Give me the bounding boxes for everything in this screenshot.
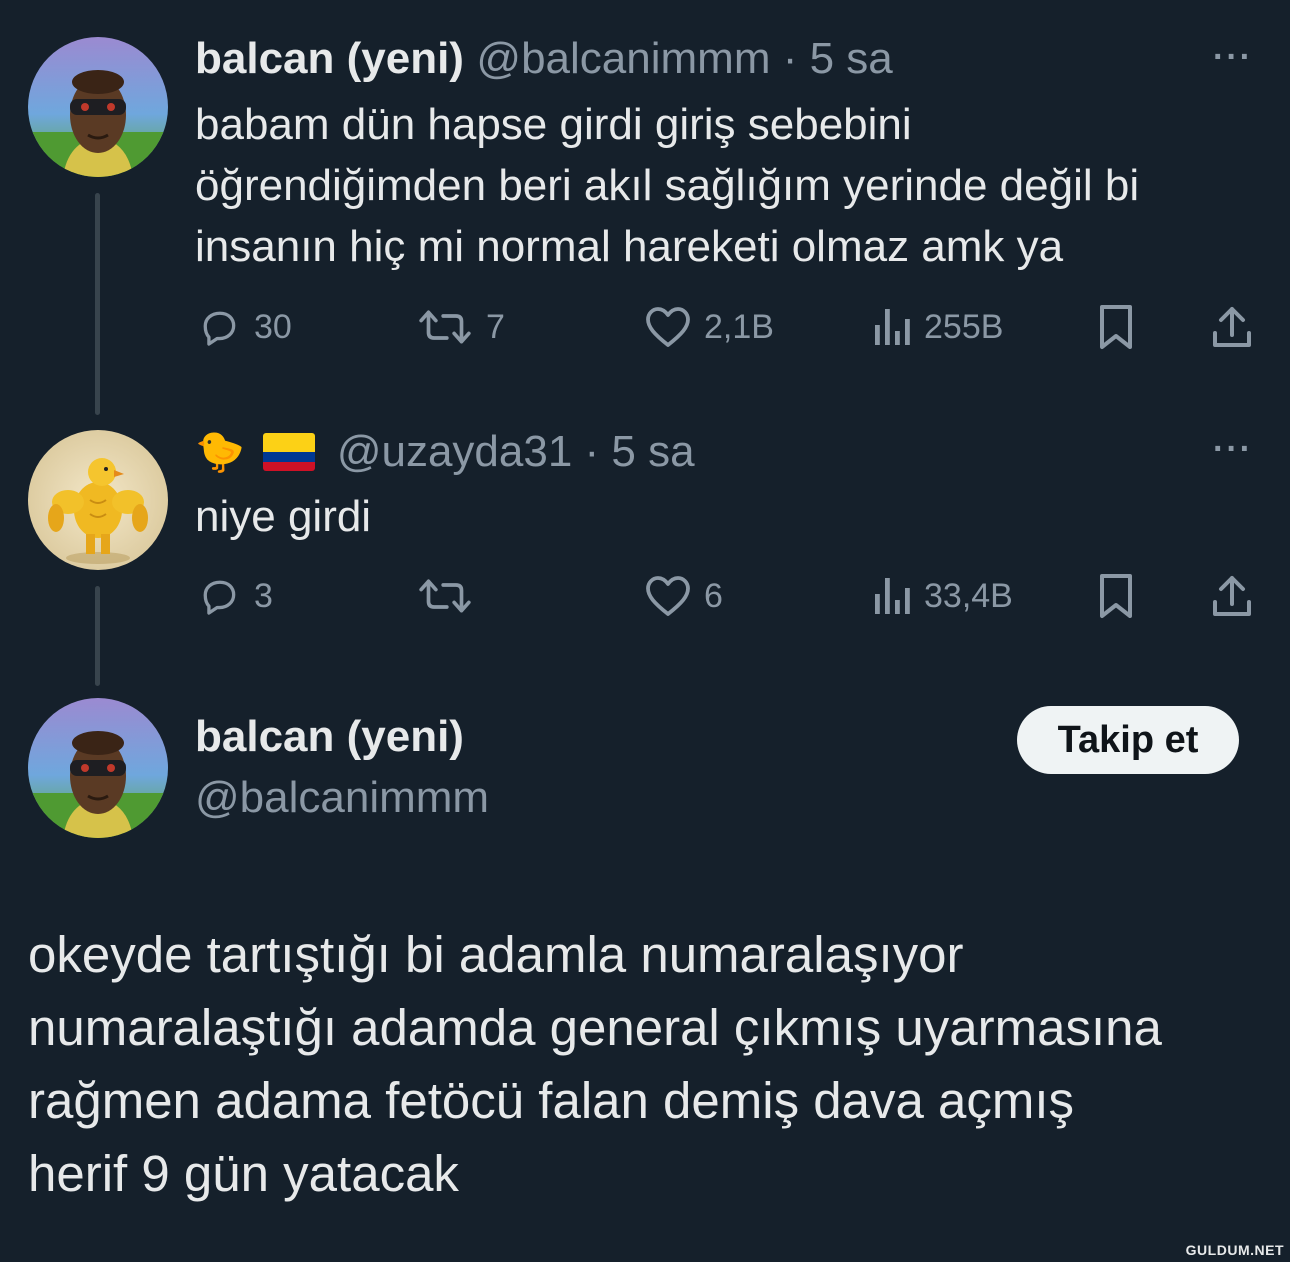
follow-button[interactable]: Takip et (1017, 706, 1239, 774)
heart-icon (646, 307, 690, 347)
views-button[interactable]: 255B (872, 305, 1003, 349)
share-button[interactable] (1210, 572, 1254, 620)
heart-icon (646, 576, 690, 616)
tweet-text-line: okeyde tartıştığı bi adamla numaralaşıyo… (28, 926, 964, 983)
handle-time[interactable]: @uzayda31 · 5 sa (337, 427, 695, 477)
retweet-count: 7 (486, 307, 505, 346)
tweet-text-line: numaralaştığı adamda general çıkmış uyar… (28, 999, 1162, 1056)
bookmark-icon (1100, 574, 1132, 618)
tweet-text-line: insanın hiç mi normal hareketi olmaz amk… (195, 222, 1064, 271)
like-button[interactable]: 6 (644, 574, 723, 618)
reply-count: 3 (254, 576, 273, 615)
retweet-button[interactable] (416, 574, 486, 618)
colombia-flag-icon (262, 433, 315, 471)
reply-button[interactable]: 3 (196, 574, 273, 618)
views-icon (875, 578, 910, 614)
reply-button[interactable]: 30 (196, 305, 292, 349)
main-tweet-text: okeyde tartıştığı bi adamla numaralaşıyo… (28, 918, 1268, 1210)
like-count: 6 (704, 576, 723, 615)
display-name[interactable]: balcan (yeni) (195, 712, 464, 762)
share-button[interactable] (1210, 303, 1254, 351)
share-icon (1213, 576, 1251, 616)
retweet-button[interactable]: 7 (416, 305, 505, 349)
avatar-balcan[interactable] (28, 698, 168, 838)
tweet-text-line: babam dün hapse girdi giriş sebebini (195, 100, 912, 149)
bookmark-button[interactable] (1096, 572, 1136, 620)
display-name[interactable]: balcan (yeni) (195, 34, 464, 83)
thread-connector (95, 586, 100, 686)
more-options-icon[interactable]: ··· (1213, 38, 1253, 77)
like-count: 2,1B (704, 307, 774, 346)
display-name-emoji[interactable]: 🐤 (195, 426, 245, 478)
more-options-icon[interactable]: ··· (1213, 430, 1253, 469)
handle-time[interactable]: @balcanimmm · 5 sa (476, 34, 892, 83)
share-icon (1213, 307, 1251, 347)
tweet-text-line: rağmen adama fetöcü falan demiş dava açm… (28, 1072, 1075, 1129)
handle[interactable]: @balcanimmm (195, 773, 489, 823)
views-count: 255B (924, 307, 1004, 346)
views-button[interactable]: 33,4B (872, 574, 1013, 618)
views-icon (875, 309, 910, 345)
avatar-balcan[interactable] (28, 37, 168, 177)
watermark: GULDUM.NET (1185, 1242, 1284, 1258)
reply-count: 30 (254, 307, 292, 346)
tweet2-text: niye girdi (195, 492, 372, 541)
retweet-icon (419, 310, 471, 344)
tweet1-header: balcan (yeni) @balcanimmm · 5 sa (195, 34, 893, 84)
avatar-uzayda31[interactable] (28, 430, 168, 570)
like-button[interactable]: 2,1B (644, 305, 774, 349)
views-count: 33,4B (924, 576, 1013, 615)
bookmark-icon (1100, 305, 1132, 349)
tweet1-text: babam dün hapse girdi giriş sebebini öğr… (195, 94, 1255, 277)
tweet2-header: 🐤 @uzayda31 · 5 sa (195, 426, 695, 478)
bookmark-button[interactable] (1096, 303, 1136, 351)
tweet-text-line: herif 9 gün yatacak (28, 1145, 459, 1202)
tweet-text-line: öğrendiğimden beri akıl sağlığım yerinde… (195, 161, 1140, 210)
reply-icon (203, 311, 236, 346)
reply-icon (203, 580, 236, 615)
thread-connector (95, 193, 100, 415)
retweet-icon (419, 579, 471, 613)
